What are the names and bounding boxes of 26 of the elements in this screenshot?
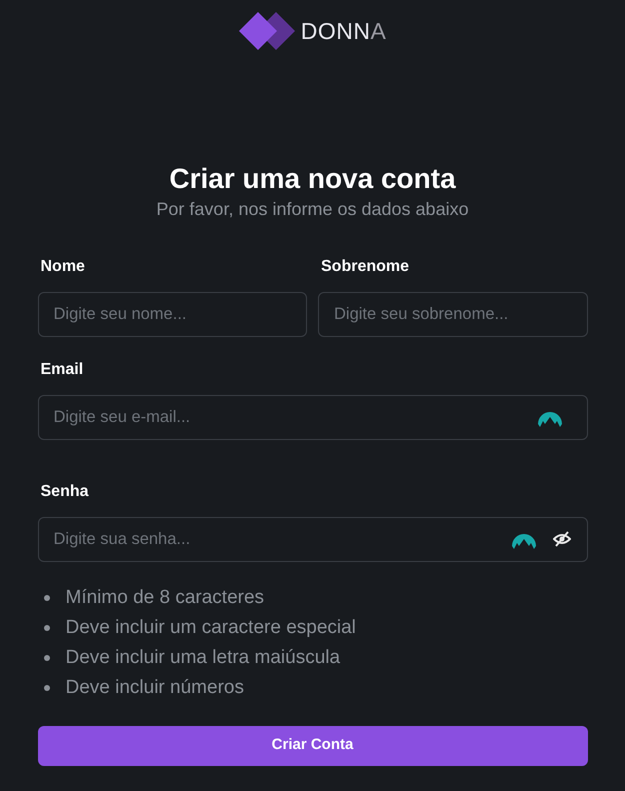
input-field[interactable]: Digite sua senha... — [38, 516, 588, 562]
bullet-icon — [44, 684, 50, 691]
bullet-icon — [44, 624, 50, 631]
page-subtitle: Por favor, nos informe os dados abaixo — [155, 198, 470, 221]
page-title: Criar uma nova conta — [168, 162, 457, 196]
requirement-text: Deve incluir uma letra maiúscula — [66, 646, 340, 670]
input-field[interactable]: Digite seu e-mail... — [38, 394, 588, 440]
eye-slash-icon[interactable] — [552, 531, 570, 548]
requirement-text: Deve incluir números — [66, 676, 244, 700]
text-input[interactable]: Digite seu sobrenome... — [319, 300, 586, 328]
field-label: Nome — [40, 256, 85, 277]
field-label: Sobrenome — [321, 256, 410, 277]
text-input[interactable]: Digite seu nome... — [38, 300, 306, 328]
requirement-text: Mínimo de 8 caracteres — [66, 586, 264, 610]
bullet-icon — [44, 654, 50, 661]
requirement-text: Deve incluir um caractere especial — [66, 616, 356, 640]
input-field[interactable]: Digite seu nome... — [38, 292, 307, 337]
text-input[interactable]: Digite seu e-mail... — [38, 404, 536, 430]
create-account-button[interactable]: Criar Conta — [38, 726, 588, 766]
text-input[interactable]: Digite sua senha... — [38, 526, 510, 552]
input-field[interactable]: Digite seu sobrenome... — [318, 292, 588, 337]
field-label: Senha — [40, 482, 89, 502]
field-label: Email — [40, 360, 84, 380]
logo-text: DONNA — [300, 16, 386, 46]
logo-icon — [238, 12, 297, 50]
bullet-icon — [44, 594, 50, 601]
